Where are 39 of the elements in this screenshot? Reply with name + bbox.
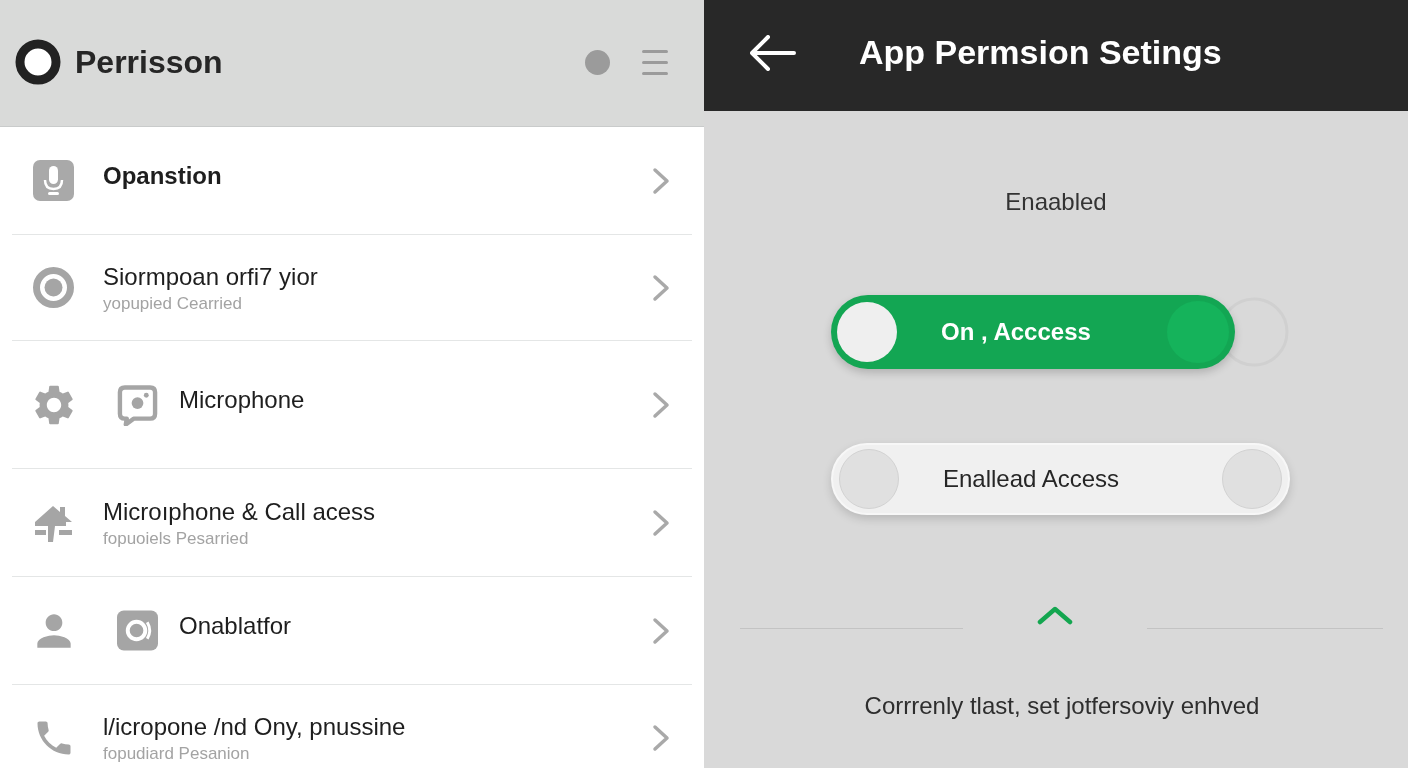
- toggle-knob[interactable]: [839, 449, 899, 509]
- toggle-knob[interactable]: [837, 302, 897, 362]
- chevron-right-icon: [652, 390, 670, 419]
- radio-ring-icon: [33, 267, 74, 308]
- page-title: App Permsion Setings: [859, 32, 1222, 73]
- ring-tile-icon: [117, 610, 158, 651]
- item-title: Opanstion: [103, 160, 223, 191]
- chevron-up-icon[interactable]: [1037, 605, 1073, 625]
- ring-logo-icon: [15, 39, 61, 85]
- item-subtitle: fopuoiels Pesarried: [103, 527, 250, 550]
- microphone-icon: [33, 160, 74, 201]
- dot-icon: [585, 49, 610, 75]
- toggle-knob[interactable]: [1222, 449, 1282, 509]
- toggle-switch[interactable]: Enallead Access: [831, 443, 1290, 515]
- item-title: Microphone: [179, 384, 306, 415]
- app-title: Perrisson: [75, 43, 224, 82]
- item-title: Siormpoan orfi7 yior: [103, 261, 319, 292]
- chevron-right-icon: [652, 616, 670, 645]
- item-subtitle: fopudiard Pesanion: [103, 742, 251, 765]
- list-item[interactable]: Microphone: [12, 341, 692, 469]
- list-item[interactable]: l/icropone /nd Ony, pnussine fopudiard Pesanion: [12, 685, 692, 768]
- back-arrow-icon[interactable]: [750, 34, 796, 71]
- info-text: Corrrenly tlast, set jotfersoviy enhved: [864, 692, 1260, 720]
- chevron-right-icon: [652, 723, 670, 752]
- chevron-right-icon: [652, 166, 670, 195]
- list-item[interactable]: Siormpoan orfi7 yior yopupied Cearried: [12, 235, 692, 341]
- list-item[interactable]: Onablatfor: [12, 577, 692, 685]
- toggle-knob[interactable]: [1167, 301, 1229, 363]
- list-item[interactable]: Microıphone & Call acess fopuoiels Pesarried: [12, 469, 692, 577]
- item-title: Microıphone & Call acess: [103, 496, 377, 527]
- item-title: l/icropone /nd Ony, pnussine: [103, 711, 407, 742]
- menu-icon[interactable]: [642, 49, 668, 75]
- list-item[interactable]: Opanstion: [12, 127, 692, 235]
- status-label: Enaabled: [1005, 188, 1107, 216]
- chevron-right-icon: [652, 273, 670, 302]
- chevron-right-icon: [652, 508, 670, 537]
- chat-bubble-icon: [117, 383, 158, 426]
- item-title: Onablatfor: [179, 610, 293, 641]
- item-subtitle: yopupied Cearried: [103, 292, 243, 315]
